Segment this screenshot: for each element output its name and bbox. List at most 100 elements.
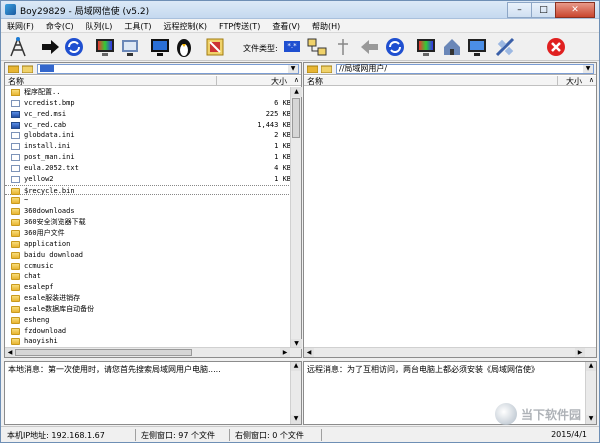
folder-row[interactable]: $recycle.bin [5, 184, 291, 196]
refresh-icon[interactable] [384, 36, 406, 58]
folder-row[interactable]: esheng [5, 315, 291, 326]
menu-command[interactable]: 命令(C) [40, 19, 80, 32]
filetype-input[interactable]: *.* [284, 41, 300, 52]
right-file-panel: //局域网用户/ ▼ 名称 大小 ∧ ◀ ▶ [303, 62, 597, 358]
monitor-icon[interactable] [149, 36, 171, 58]
local-message-scrollbar[interactable]: ▲ ▼ [290, 362, 301, 424]
scroll-right-icon[interactable]: ▶ [280, 348, 290, 357]
scroll-right-icon[interactable]: ▶ [575, 348, 585, 357]
right-horizontal-scrollbar[interactable]: ◀ ▶ [304, 347, 596, 357]
menu-help[interactable]: 帮助(H) [306, 19, 346, 32]
left-horizontal-scrollbar[interactable]: ◀ ▶ [5, 347, 301, 357]
file-name: ccmusic [24, 261, 54, 270]
arrow-left-icon[interactable] [359, 36, 381, 58]
screen-icon[interactable] [119, 36, 141, 58]
folder-row[interactable]: chat [5, 271, 291, 282]
folder-row[interactable]: ccmusic [5, 261, 291, 272]
folder-row[interactable]: ~ [5, 195, 291, 206]
menu-connect[interactable]: 联网(F) [1, 19, 40, 32]
folder-row[interactable]: fzdownload [5, 326, 291, 337]
monitor-color-icon[interactable] [415, 36, 437, 58]
remote-message-scrollbar[interactable]: ▲ ▼ [585, 362, 596, 424]
col-size-header[interactable]: 大小 [566, 76, 582, 87]
file-row[interactable]: yellow2 1 KB [5, 174, 291, 185]
folder-row[interactable]: esale数据库自动备份 [5, 304, 291, 315]
folder-row[interactable]: haoyishi [5, 336, 291, 347]
col-name-header[interactable]: 名称 [307, 76, 323, 87]
left-vertical-scrollbar[interactable]: ▲ ▼ [290, 87, 302, 349]
file-name: 360用户文件 [24, 228, 65, 237]
scroll-up-icon[interactable]: ▲ [586, 362, 596, 371]
scroll-thumb[interactable] [15, 349, 192, 356]
minimize-button[interactable]: – [507, 2, 532, 18]
scroll-down-icon[interactable]: ▼ [586, 415, 596, 424]
house-icon[interactable] [441, 36, 463, 58]
folder-up-icon[interactable] [7, 64, 20, 74]
monitor-color-icon[interactable] [94, 36, 116, 58]
file-name: esale服装进销存 [24, 294, 81, 303]
chevron-down-icon[interactable]: ▼ [288, 65, 298, 73]
file-icon [11, 132, 20, 140]
display-icon[interactable] [466, 36, 488, 58]
chevron-down-icon[interactable]: ▼ [583, 65, 593, 73]
file-row[interactable]: install.ini 1 KB [5, 141, 291, 152]
title-bar[interactable]: Boy29829 - 局域网信使 (v5.2) – □ ✕ [1, 1, 599, 19]
tools-icon[interactable] [204, 36, 226, 58]
folder-row[interactable]: 360安全浏览器下载 [5, 217, 291, 228]
folder-up-icon[interactable] [306, 64, 319, 74]
folder-row[interactable]: baidu download [5, 250, 291, 261]
file-row[interactable]: vc_red.msi 225 KB [5, 109, 291, 120]
satellite-icon[interactable] [494, 36, 516, 58]
file-row[interactable]: 程序配置.. [5, 87, 291, 98]
folder-icon [11, 229, 20, 237]
file-icon [11, 164, 20, 172]
scroll-down-icon[interactable]: ▼ [291, 415, 301, 424]
right-path-input[interactable]: //局域网用户/ ▼ [336, 64, 594, 74]
penguin-icon[interactable] [173, 36, 195, 58]
menu-view[interactable]: 查看(V) [266, 19, 306, 32]
file-row[interactable]: eula.2052.txt 4 KB [5, 163, 291, 174]
close-button[interactable]: ✕ [555, 2, 595, 18]
menu-queue[interactable]: 队列(L) [80, 19, 119, 32]
scroll-thumb[interactable] [292, 98, 300, 138]
file-name: yellow2 [24, 174, 54, 183]
col-name-header[interactable]: 名称 [8, 76, 24, 87]
col-size-header[interactable]: 大小 [271, 76, 287, 87]
file-name: vc_red.msi [24, 109, 67, 118]
close-red-icon[interactable] [545, 36, 567, 58]
folder-icon [11, 327, 20, 335]
refresh-icon[interactable] [63, 36, 85, 58]
folder-open-icon[interactable] [21, 64, 34, 74]
arrow-right-icon[interactable] [39, 36, 61, 58]
left-path-input[interactable]: ▼ [37, 64, 299, 74]
menu-remote-control[interactable]: 远程控制(K) [158, 19, 214, 32]
scroll-left-icon[interactable]: ◀ [304, 348, 314, 357]
folder-row[interactable]: esalepf [5, 282, 291, 293]
local-message-box[interactable]: 本地消息：第一次使用时，请您首先搜索局域网用户电脑..... ▲ ▼ [4, 361, 302, 425]
folder-row[interactable]: esale服装进销存 [5, 293, 291, 304]
left-path-bar: ▼ [5, 63, 301, 75]
folder-row[interactable]: application [5, 239, 291, 250]
file-name: chat [24, 272, 41, 281]
network-share-icon[interactable] [306, 36, 328, 58]
watermark-logo-icon [494, 403, 517, 425]
file-row[interactable]: post_man.ini 1 KB [5, 152, 291, 163]
menu-ftp[interactable]: FTP传送(T) [213, 19, 266, 32]
file-row[interactable]: vcredist.bmp 6 KB [5, 98, 291, 109]
scroll-left-icon[interactable]: ◀ [5, 348, 15, 357]
menu-tools[interactable]: 工具(T) [118, 19, 157, 32]
network-icon[interactable] [7, 36, 29, 58]
queue-icon[interactable] [332, 36, 354, 58]
file-name: baidu download [24, 250, 84, 259]
folder-open-icon[interactable] [320, 64, 333, 74]
file-size: 2 KB [274, 131, 291, 140]
maximize-button[interactable]: □ [531, 2, 556, 18]
file-icon [11, 154, 20, 162]
remote-message: 远程消息：为了互相访问，两台电脑上都必须安装《局域网信使》 [307, 365, 539, 374]
scroll-up-icon[interactable]: ▲ [291, 362, 301, 371]
folder-row[interactable]: 360downloads [5, 206, 291, 217]
folder-row[interactable]: 360用户文件 [5, 228, 291, 239]
file-row[interactable]: vc_red.cab 1,443 KB [5, 120, 291, 131]
scroll-up-icon[interactable]: ▲ [291, 87, 302, 97]
file-row[interactable]: globdata.ini 2 KB [5, 130, 291, 141]
